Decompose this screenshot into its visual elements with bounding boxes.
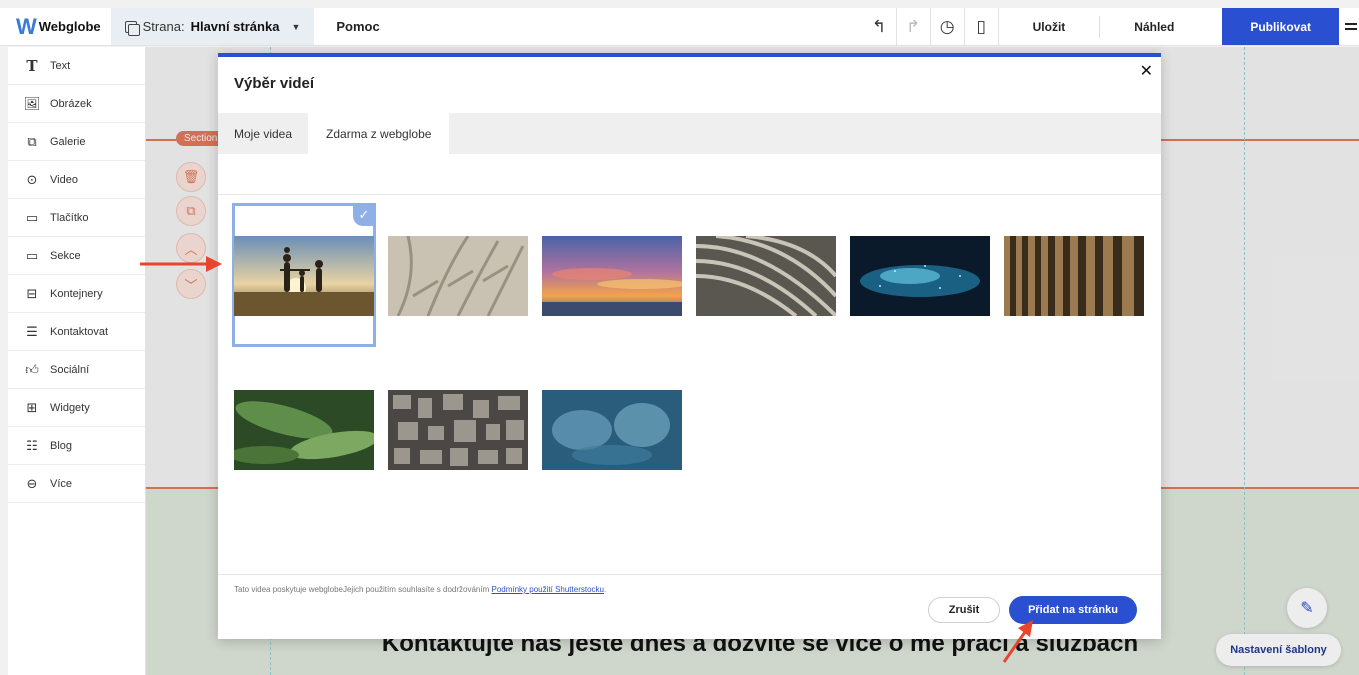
video-thumbnail-plant-shadows[interactable]	[388, 236, 528, 316]
image-icon: 🖼︎	[23, 95, 41, 111]
plant-shadows-image	[388, 236, 528, 316]
page-selector-prefix: Strana:	[142, 19, 185, 34]
wooden-slats-image	[1004, 236, 1144, 316]
sidebar-item-section[interactable]: ▭ Sekce	[8, 237, 145, 275]
video-thumbnail-city-aerial[interactable]	[388, 390, 528, 470]
sidebar-item-label: Sociální	[50, 363, 90, 376]
mobile-view-icon[interactable]: ▯	[965, 8, 999, 45]
abstract-curves-image	[696, 236, 836, 316]
sidebar-item-label: Sekce	[50, 249, 81, 262]
button-icon: ▭	[25, 209, 39, 225]
sidebar-item-video[interactable]: ⊙ Video	[8, 161, 145, 199]
sidebar-item-label: Video	[50, 173, 78, 186]
help-link[interactable]: Pomoc	[314, 19, 401, 34]
cancel-button[interactable]: Zrušit	[928, 597, 1000, 623]
tab-my-videos[interactable]: Moje videa	[218, 113, 308, 154]
sunset-clouds-image	[542, 236, 682, 316]
logo[interactable]: W Webglobe	[0, 8, 111, 45]
sidebar-item-label: Kontaktovat	[50, 325, 109, 338]
contact-form-icon: ☰	[26, 323, 38, 339]
modal-title: Výběr videí	[234, 75, 315, 92]
sidebar-item-label: Widgety	[50, 401, 90, 414]
widgets-icon: ⊞	[26, 399, 38, 415]
page-selector[interactable]: Strana: Hlavní stránka ▼	[110, 8, 315, 45]
checkmark-icon: ✓	[353, 204, 375, 226]
sidebar-item-label: Blog	[50, 439, 73, 452]
video-thumbnail-sunset-clouds[interactable]	[542, 236, 682, 316]
gallery-icon: ⧉	[27, 133, 37, 149]
city-aerial-image	[388, 390, 528, 470]
video-thumbnail-green-leaves[interactable]	[234, 390, 374, 470]
video-thumbnail-family-sunset[interactable]	[234, 236, 374, 316]
modal-tabs: Moje videa Zdarma z webglobe	[218, 113, 1161, 154]
digital-particles-image	[850, 236, 990, 316]
sidebar-item-image[interactable]: 🖼︎ Obrázek	[8, 85, 145, 123]
undo-icon[interactable]: ↰	[863, 8, 897, 45]
sidebar-item-label: Obrázek	[50, 97, 92, 110]
sidebar-item-label: Text	[50, 59, 71, 72]
sidebar-item-more[interactable]: ⊖ Více	[8, 465, 145, 503]
video-thumbnail-abstract-curves[interactable]	[696, 236, 836, 316]
family-sunset-image	[234, 236, 374, 316]
sidebar-item-social[interactable]: 👍︎ Sociální	[8, 351, 145, 389]
green-leaves-image	[234, 390, 374, 470]
video-thumbnail-ocean-waves[interactable]	[542, 390, 682, 470]
ocean-waves-image	[542, 390, 682, 470]
tabs-divider	[218, 194, 1161, 195]
container-icon: ⊟	[26, 285, 38, 301]
sidebar-item-containers[interactable]: ⊟ Kontejnery	[8, 275, 145, 313]
shutterstock-terms-link[interactable]: Podmínky použití Shutterstocku	[491, 585, 604, 594]
sidebar-item-label: Kontejnery	[50, 287, 103, 300]
sidebar-item-text[interactable]: T Text	[8, 47, 145, 85]
sidebar-item-button[interactable]: ▭ Tlačítko	[8, 199, 145, 237]
page-selector-value: Hlavní stránka	[190, 19, 280, 34]
social-icon: 👍︎	[25, 361, 39, 377]
license-note-period: .	[603, 585, 607, 594]
hamburger-menu-icon[interactable]	[1339, 8, 1359, 45]
blog-icon: ☷	[26, 437, 38, 453]
publish-button[interactable]: Publikovat	[1222, 8, 1339, 45]
sidebar-item-label: Galerie	[50, 135, 86, 148]
sidebar-item-blog[interactable]: ☷ Blog	[8, 427, 145, 465]
save-button[interactable]: Uložit	[999, 8, 1100, 45]
pages-icon	[124, 20, 140, 36]
license-note-text: Tato videa poskytuje webglobeJejich použ…	[234, 585, 492, 594]
video-picker-modal: Výběr videí ✕ Moje videa Zdarma z webglo…	[218, 53, 1161, 639]
close-icon[interactable]: ✕	[1140, 61, 1153, 81]
tab-free-from-webglobe[interactable]: Zdarma z webglobe	[308, 113, 450, 154]
sidebar-item-label: Tlačítko	[50, 211, 89, 224]
sidebar-item-label: Více	[50, 477, 73, 490]
sidebar-item-contact[interactable]: ☰ Kontaktovat	[8, 313, 145, 351]
history-icon[interactable]: ◷	[931, 8, 965, 45]
sidebar-item-gallery[interactable]: ⧉ Galerie	[8, 123, 145, 161]
top-toolbar: W Webglobe Strana: Hlavní stránka ▼ Pomo…	[0, 8, 1359, 46]
more-icon: ⊖	[26, 475, 38, 491]
license-note: Tato videa poskytuje webglobeJejich použ…	[234, 585, 606, 594]
logo-text: Webglobe	[38, 19, 101, 34]
webglobe-logo-icon: W	[16, 13, 37, 39]
section-icon: ▭	[25, 247, 39, 263]
footer-divider	[218, 574, 1161, 575]
element-sidebar: T Text 🖼︎ Obrázek ⧉ Galerie ⊙ Video ▭ Tlačítk…	[8, 47, 146, 675]
sidebar-item-widgets[interactable]: ⊞ Widgety	[8, 389, 145, 427]
add-to-page-button[interactable]: Přidat na stránku	[1009, 596, 1137, 624]
chevron-down-icon: ▼	[291, 21, 301, 32]
text-icon: T	[26, 56, 38, 75]
redo-icon[interactable]: ↱	[897, 8, 931, 45]
video-thumbnail-wooden-slats[interactable]	[1004, 236, 1144, 316]
preview-button[interactable]: Náhled	[1100, 8, 1208, 45]
video-thumbnail-digital-particles[interactable]	[850, 236, 990, 316]
video-icon: ⊙	[26, 171, 38, 187]
